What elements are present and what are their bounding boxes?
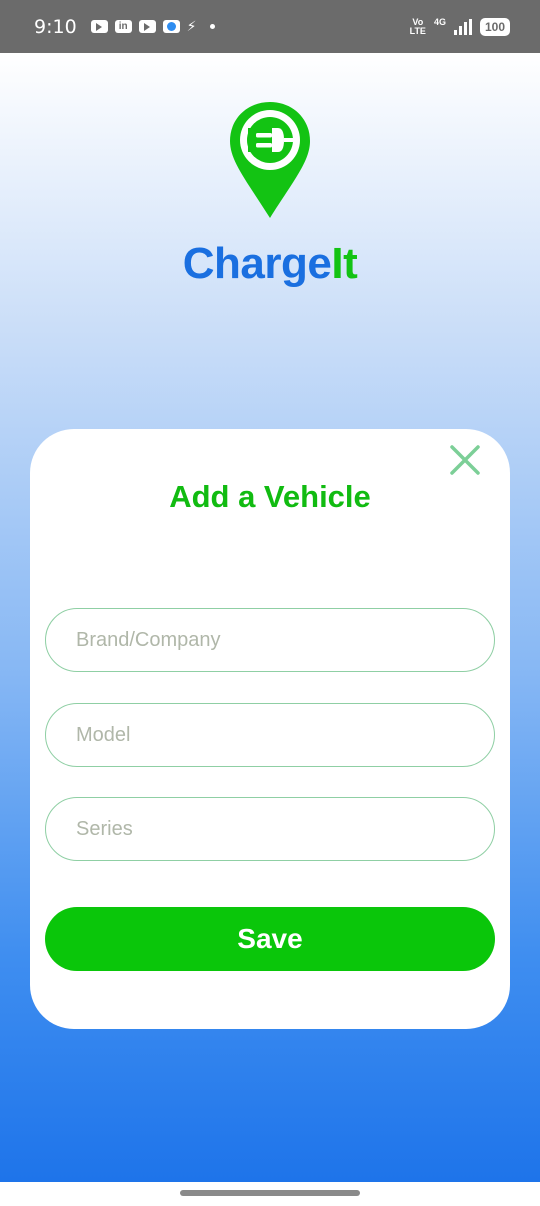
network-type: 4G — [433, 16, 446, 27]
status-bar: 9:10 in ⚡︎ Vo LTE 4G 100 — [0, 0, 540, 53]
battery-level: 100 — [484, 19, 505, 34]
plug-location-pin-icon — [230, 102, 310, 218]
brand-company-input[interactable] — [45, 608, 495, 672]
app-name: ChargeIt — [0, 239, 540, 289]
bolt-icon: ⚡︎ — [186, 18, 197, 34]
dot-icon — [209, 24, 215, 29]
home-indicator[interactable] — [180, 1190, 360, 1196]
weather-icon — [162, 20, 180, 33]
youtube-icon — [90, 20, 108, 33]
screen-background: ChargeIt Add a Vehicle Save — [0, 53, 540, 1182]
dialog-title: Add a Vehicle — [169, 479, 371, 514]
close-icon — [450, 445, 480, 475]
system-icons: Vo LTE 4G 100 — [409, 16, 510, 36]
linkedin-icon: in — [114, 20, 132, 33]
app-name-part1: Charge — [182, 239, 332, 288]
signal-icon — [453, 18, 472, 35]
youtube-icon — [138, 20, 156, 33]
model-input[interactable] — [45, 703, 495, 767]
app-name-part2: It — [331, 239, 358, 288]
series-input[interactable] — [45, 797, 495, 861]
add-vehicle-dialog: Add a Vehicle Save — [30, 429, 510, 1029]
save-button[interactable]: Save — [45, 907, 495, 971]
status-time: 9:10 — [34, 15, 77, 38]
navigation-bar — [0, 1182, 540, 1206]
close-button[interactable] — [446, 441, 484, 479]
notification-icons: in ⚡︎ — [90, 18, 215, 35]
volte-indicator: Vo LTE — [409, 16, 426, 36]
battery-icon: 100 — [479, 17, 510, 36]
